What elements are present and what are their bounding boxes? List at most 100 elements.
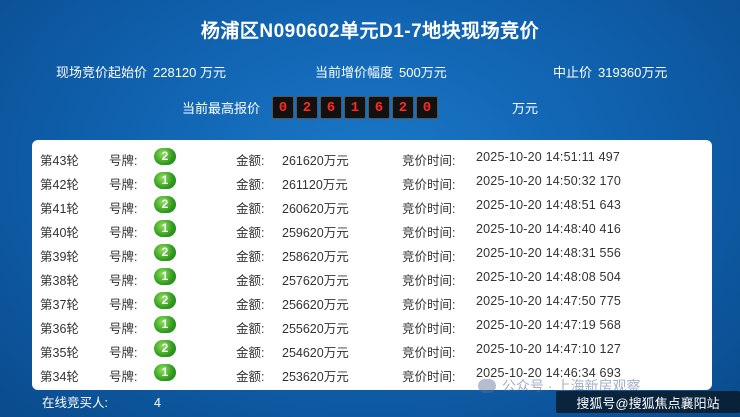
list-item: 第37轮 号牌: 2 金额: 256620万元 竞价时间: 2025-10-20… <box>32 290 712 314</box>
current-bid-label: 当前最高报价 <box>182 101 261 116</box>
list-item: 第36轮 号牌: 1 金额: 255620万元 竞价时间: 2025-10-20… <box>32 314 712 338</box>
plate-label: 号牌: <box>109 202 138 216</box>
bid-digit: 0 <box>416 96 438 119</box>
page-title: 杨浦区N090602单元D1-7地块现场竞价 <box>200 21 540 42</box>
plate-label: 号牌: <box>109 346 138 360</box>
round-number: 第40轮 <box>40 226 79 240</box>
current-bid-row: 当前最高报价 0 2 6 1 6 2 0 万元 <box>0 96 740 119</box>
plate-badge: 1 <box>154 268 176 285</box>
time-label: 竞价时间: <box>402 250 456 264</box>
plate-label: 号牌: <box>109 370 138 384</box>
current-bid-display: 0 2 6 1 6 2 0 <box>272 96 438 119</box>
plate-badge: 2 <box>154 196 176 213</box>
time-label: 竞价时间: <box>402 322 456 336</box>
time-value: 2025-10-20 14:48:31 556 <box>476 246 621 260</box>
round-number: 第35轮 <box>40 346 79 360</box>
amount-value: 256620万元 <box>282 298 349 312</box>
list-item: 第39轮 号牌: 2 金额: 258620万元 竞价时间: 2025-10-20… <box>32 242 712 266</box>
time-label: 竞价时间: <box>402 298 456 312</box>
plate-badge: 2 <box>154 292 176 309</box>
amount-value: 255620万元 <box>282 322 349 336</box>
amount-label: 金额: <box>236 250 265 264</box>
plate-label: 号牌: <box>109 154 138 168</box>
time-value: 2025-10-20 14:47:50 775 <box>476 294 621 308</box>
time-label: 竞价时间: <box>402 226 456 240</box>
time-value: 2025-10-20 14:50:32 170 <box>476 174 621 188</box>
time-label: 竞价时间: <box>402 178 456 192</box>
plate-badge: 1 <box>154 316 176 333</box>
list-item: 第38轮 号牌: 1 金额: 257620万元 竞价时间: 2025-10-20… <box>32 266 712 290</box>
time-value: 2025-10-20 14:47:10 127 <box>476 342 621 356</box>
amount-label: 金额: <box>236 226 265 240</box>
increment-value: 500万元 <box>399 65 447 80</box>
plate-badge: 1 <box>154 220 176 237</box>
time-label: 竞价时间: <box>402 370 456 384</box>
cap-price-value: 319360万元 <box>598 65 668 80</box>
round-number: 第37轮 <box>40 298 79 312</box>
online-bidders-count: 4 <box>153 396 161 410</box>
round-number: 第38轮 <box>40 274 79 288</box>
amount-label: 金额: <box>236 346 265 360</box>
plate-label: 号牌: <box>109 322 138 336</box>
list-item: 第42轮 号牌: 1 金额: 261120万元 竞价时间: 2025-10-20… <box>32 170 712 194</box>
time-label: 竞价时间: <box>402 274 456 288</box>
bid-digit: 6 <box>368 96 390 119</box>
start-price-label: 现场竞价起始价 <box>56 65 148 80</box>
plate-label: 号牌: <box>109 274 138 288</box>
amount-label: 金额: <box>236 298 265 312</box>
bid-digit: 1 <box>344 96 366 119</box>
increment-label: 当前增价幅度 <box>315 65 394 80</box>
round-number: 第42轮 <box>40 178 79 192</box>
list-item: 第43轮 号牌: 2 金额: 261620万元 竞价时间: 2025-10-20… <box>32 146 712 170</box>
bid-digit: 0 <box>272 96 294 119</box>
round-number: 第34轮 <box>40 370 79 384</box>
time-value: 2025-10-20 14:48:08 504 <box>476 270 621 284</box>
round-number: 第39轮 <box>40 250 79 264</box>
online-bidders-label: 在线竞买人: <box>42 396 108 410</box>
amount-value: 253620万元 <box>282 370 349 384</box>
plate-label: 号牌: <box>109 298 138 312</box>
time-value: 2025-10-20 14:48:40 416 <box>476 222 621 236</box>
round-number: 第43轮 <box>40 154 79 168</box>
current-bid-unit: 万元 <box>512 101 539 116</box>
list-item: 第35轮 号牌: 2 金额: 254620万元 竞价时间: 2025-10-20… <box>32 338 712 362</box>
amount-value: 259620万元 <box>282 226 349 240</box>
online-bidders: 在线竞买人: 4 <box>42 392 161 411</box>
plate-label: 号牌: <box>109 250 138 264</box>
time-value: 2025-10-20 14:48:51 643 <box>476 198 621 212</box>
amount-value: 260620万元 <box>282 202 349 216</box>
bid-digit: 2 <box>392 96 414 119</box>
amount-value: 258620万元 <box>282 250 349 264</box>
price-increment: 当前增价幅度 500万元 <box>315 62 447 81</box>
bid-history-panel: 第43轮 号牌: 2 金额: 261620万元 竞价时间: 2025-10-20… <box>32 140 712 390</box>
round-number: 第41轮 <box>40 202 79 216</box>
plate-badge: 1 <box>154 364 176 381</box>
plate-label: 号牌: <box>109 178 138 192</box>
plate-label: 号牌: <box>109 226 138 240</box>
amount-label: 金额: <box>236 178 265 192</box>
start-price: 现场竞价起始价 228120 万元 <box>56 62 226 81</box>
amount-label: 金额: <box>236 154 265 168</box>
amount-value: 261120万元 <box>282 178 348 192</box>
amount-label: 金额: <box>236 274 265 288</box>
bid-digit: 6 <box>320 96 342 119</box>
list-item: 第41轮 号牌: 2 金额: 260620万元 竞价时间: 2025-10-20… <box>32 194 712 218</box>
amount-label: 金额: <box>236 370 265 384</box>
wechat-icon <box>478 379 496 393</box>
source-badge: 搜狐号@搜狐焦点襄阳站 <box>556 391 740 413</box>
time-label: 竞价时间: <box>402 202 456 216</box>
list-item: 第40轮 号牌: 1 金额: 259620万元 竞价时间: 2025-10-20… <box>32 218 712 242</box>
plate-badge: 2 <box>154 244 176 261</box>
amount-label: 金额: <box>236 322 265 336</box>
start-price-value: 228120 万元 <box>153 65 227 80</box>
time-label: 竞价时间: <box>402 346 456 360</box>
time-label: 竞价时间: <box>402 154 456 168</box>
amount-value: 257620万元 <box>282 274 349 288</box>
bid-digit: 2 <box>296 96 318 119</box>
plate-badge: 2 <box>154 148 176 165</box>
cap-price: 中止价 319360万元 <box>553 62 667 81</box>
amount-value: 261620万元 <box>282 154 349 168</box>
amount-value: 254620万元 <box>282 346 349 360</box>
cap-price-label: 中止价 <box>553 65 593 80</box>
amount-label: 金额: <box>236 202 265 216</box>
